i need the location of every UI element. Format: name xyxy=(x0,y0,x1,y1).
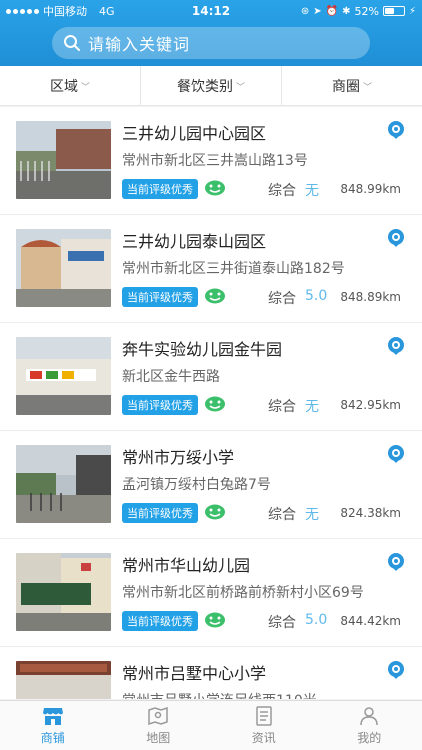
rating-badge: 当前评级优秀 xyxy=(122,611,198,631)
rating-badge: 当前评级优秀 xyxy=(122,287,198,307)
distance: 844.42km xyxy=(340,614,401,628)
tab-label: 地图 xyxy=(146,730,171,745)
alarm-icon: ⏰ xyxy=(325,5,339,17)
score-label: 综合 xyxy=(268,507,296,523)
tab-label: 我的 xyxy=(357,730,382,745)
list-item[interactable]: 常州市华山幼儿园 常州市新北区前桥路前桥新村小区69号 当前评级优秀 综合 5.… xyxy=(0,539,422,647)
store-address: 孟河镇万绥村白兔路7号 xyxy=(122,477,271,493)
smiley-mascot-icon xyxy=(205,612,225,628)
smiley-mascot-icon xyxy=(205,180,225,196)
store-icon xyxy=(42,707,63,725)
tab-store[interactable]: 商铺 xyxy=(0,701,106,750)
tab-map[interactable]: 地图 xyxy=(106,701,212,750)
store-address: 常州市新北区三井街道泰山路182号 xyxy=(122,261,345,277)
battery-icon xyxy=(382,6,405,16)
store-photo xyxy=(16,121,111,199)
list-item[interactable]: 三井幼儿园中心园区 常州市新北区三井嵩山路13号 当前评级优秀 综合 无 848… xyxy=(0,107,422,215)
clock: 14:12 xyxy=(191,4,231,18)
rating-badge: 当前评级优秀 xyxy=(122,179,198,199)
rating-badge: 当前评级优秀 xyxy=(122,395,198,415)
charging-icon: ⚡ xyxy=(408,5,416,17)
score-label: 综合 xyxy=(268,615,296,631)
store-address: 常州市新北区前桥路前桥新村小区69号 xyxy=(122,585,364,601)
tab-label: 资讯 xyxy=(251,730,276,745)
signal-icon xyxy=(6,8,39,14)
chevron-down-icon: ﹀ xyxy=(362,83,372,93)
news-icon xyxy=(256,705,272,726)
store-address: 常州市吕墅小学连足线西110米 xyxy=(122,690,412,699)
chevron-down-icon: ﹀ xyxy=(235,83,245,93)
location-pin-icon[interactable] xyxy=(386,228,406,248)
store-photo xyxy=(16,661,111,699)
location-arrow-icon: ➤ xyxy=(313,5,322,17)
tab-news[interactable]: 资讯 xyxy=(211,701,317,750)
store-title: 三井幼儿园泰山园区 xyxy=(122,232,267,251)
location-pin-icon[interactable] xyxy=(386,660,406,680)
store-photo xyxy=(16,553,111,631)
filter-region[interactable]: 区域 ﹀ xyxy=(0,66,141,105)
list-item[interactable]: 常州市吕墅中心小学 常州市吕墅小学连足线西110米 xyxy=(0,647,422,699)
score-value: 5.0 xyxy=(305,612,328,628)
tab-label: 商铺 xyxy=(40,730,65,745)
status-bar: 中国移动 4G 14:12 ⊛ ➤ ⏰ ✱ 52% ⚡ xyxy=(0,0,422,22)
store-title: 奔牛实验幼儿园金牛园 xyxy=(122,340,283,359)
search-bar[interactable]: 请输入关键词 xyxy=(52,27,370,59)
filter-label: 餐饮类别 xyxy=(176,78,233,95)
store-title: 常州市吕墅中心小学 xyxy=(122,664,267,683)
score-label: 综合 xyxy=(268,399,296,415)
distance: 848.99km xyxy=(340,182,401,196)
network-type: 4G xyxy=(99,4,115,18)
store-list: 三井幼儿园中心园区 常州市新北区三井嵩山路13号 当前评级优秀 综合 无 848… xyxy=(0,107,422,699)
map-icon xyxy=(148,706,168,725)
store-title: 三井幼儿园中心园区 xyxy=(122,124,267,143)
search-placeholder: 请输入关键词 xyxy=(88,35,191,54)
location-pin-icon[interactable] xyxy=(386,552,406,572)
score-value: 无 xyxy=(305,183,319,199)
list-item[interactable]: 三井幼儿园泰山园区 常州市新北区三井街道泰山路182号 当前评级优秀 综合 5.… xyxy=(0,215,422,323)
smiley-mascot-icon xyxy=(205,288,225,304)
score-label: 综合 xyxy=(268,291,296,307)
list-item[interactable]: 奔牛实验幼儿园金牛园 新北区金牛西路 当前评级优秀 综合 无 842.95km xyxy=(0,323,422,431)
list-item[interactable]: 常州市万绥小学 孟河镇万绥村白兔路7号 当前评级优秀 综合 无 824.38km xyxy=(0,431,422,539)
store-title: 常州市万绥小学 xyxy=(122,448,235,467)
distance: 842.95km xyxy=(340,398,401,412)
score-value: 无 xyxy=(305,507,319,523)
tab-profile[interactable]: 我的 xyxy=(317,701,422,750)
user-icon xyxy=(360,706,378,725)
distance: 848.89km xyxy=(340,290,401,304)
filter-business-district[interactable]: 商圈 ﹀ xyxy=(282,66,422,105)
filter-category[interactable]: 餐饮类别 ﹀ xyxy=(141,66,282,105)
score-value: 5.0 xyxy=(305,288,328,304)
tab-bar: 商铺 地图 资讯 我的 xyxy=(0,700,422,750)
chevron-down-icon: ﹀ xyxy=(80,83,90,93)
carrier: 中国移动 xyxy=(43,5,87,18)
lock-rotation-icon: ⊛ xyxy=(300,5,310,17)
score-value: 无 xyxy=(305,399,319,415)
store-address: 常州市新北区三井嵩山路13号 xyxy=(122,153,308,169)
filter-bar: 区域 ﹀ 餐饮类别 ﹀ 商圈 ﹀ xyxy=(0,66,422,106)
score-label: 综合 xyxy=(268,183,296,199)
location-pin-icon[interactable] xyxy=(386,120,406,140)
search-icon xyxy=(62,33,82,53)
store-photo xyxy=(16,337,111,415)
location-pin-icon[interactable] xyxy=(386,336,406,356)
rating-badge: 当前评级优秀 xyxy=(122,503,198,523)
location-pin-icon[interactable] xyxy=(386,444,406,464)
header: 中国移动 4G 14:12 ⊛ ➤ ⏰ ✱ 52% ⚡ 请输入关键词 xyxy=(0,0,422,66)
bluetooth-icon: ✱ xyxy=(342,5,351,17)
smiley-mascot-icon xyxy=(205,396,225,412)
filter-label: 区域 xyxy=(49,78,78,95)
store-photo xyxy=(16,229,111,307)
smiley-mascot-icon xyxy=(205,504,225,520)
distance: 824.38km xyxy=(340,506,401,520)
store-address: 新北区金牛西路 xyxy=(122,369,220,385)
filter-label: 商圈 xyxy=(331,78,360,95)
store-photo xyxy=(16,445,111,523)
battery-percent: 52% xyxy=(354,4,379,18)
store-title: 常州市华山幼儿园 xyxy=(122,556,251,575)
